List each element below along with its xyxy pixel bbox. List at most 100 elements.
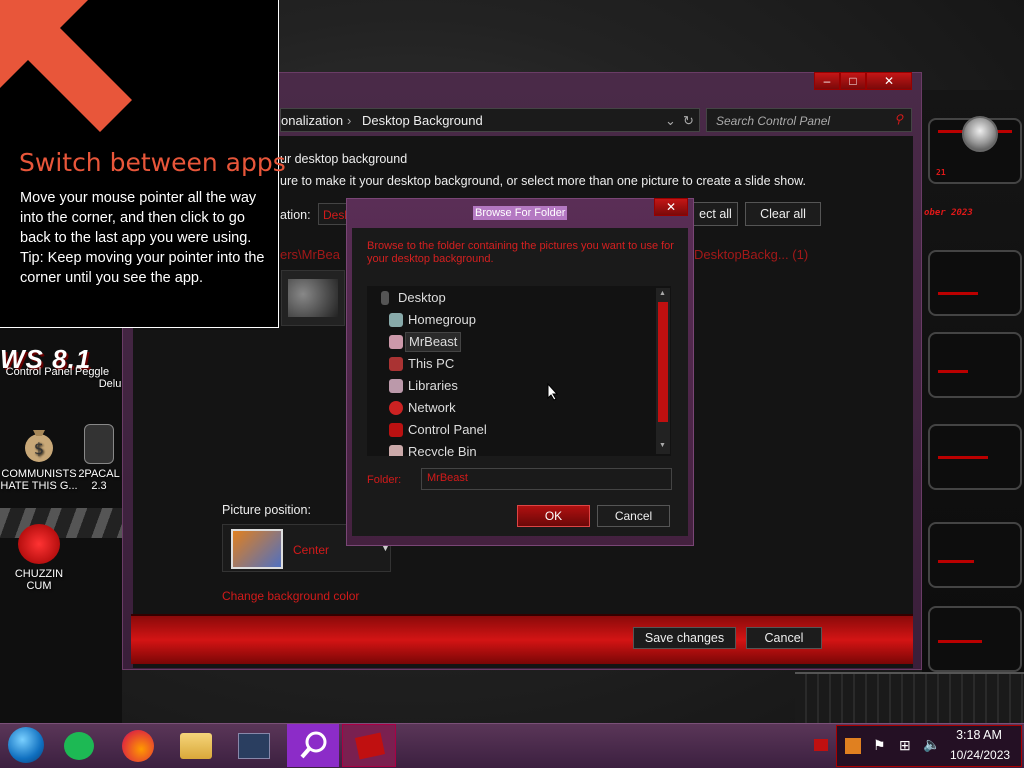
breadcrumb-desktop-background[interactable]: Desktop Background: [362, 113, 483, 128]
page-heading: ur desktop background: [280, 152, 408, 166]
address-bar[interactable]: onalization › Desktop Background ⌄ ↻: [280, 108, 700, 132]
widget-panel-ram: [928, 332, 1022, 398]
recycle-bin-icon: [389, 445, 403, 456]
desktop-icon-2pacal[interactable]: 2PACAL 2.3: [76, 424, 122, 492]
mouse-pointer-icon: [547, 382, 559, 404]
chevron-down-icon[interactable]: ⌄: [665, 113, 676, 129]
user-folder-icon: [389, 335, 403, 349]
scroll-up-icon[interactable]: ▲: [659, 290, 666, 297]
homegroup-icon: [389, 313, 403, 327]
control-panel-taskbar-button[interactable]: [342, 724, 396, 767]
tree-item-label: Control Panel: [408, 422, 487, 437]
widget-panel-cpu: [928, 250, 1022, 316]
spotify-icon[interactable]: [64, 732, 94, 760]
scrollbar-thumb[interactable]: [658, 302, 668, 422]
tip-hint-text: Tip: Keep moving your pointer into the c…: [20, 250, 265, 286]
desktop-icon-label-2: CUM: [26, 580, 52, 592]
widget-number: 21: [936, 168, 946, 177]
folder-input[interactable]: MrBeast: [421, 468, 672, 490]
change-background-color-link[interactable]: Change background color: [222, 589, 359, 603]
search-taskbar-button[interactable]: [287, 724, 339, 767]
desktop-icon-peggle[interactable]: Peggle Delu: [62, 366, 122, 390]
money-bag-icon: $: [18, 424, 60, 464]
tree-item-label: Libraries: [408, 378, 458, 393]
corner-arrow-icon: [0, 0, 140, 140]
maximize-button[interactable]: □: [840, 72, 866, 90]
tip-title: Switch between apps: [19, 148, 286, 177]
folder-path-left: ers\MrBea: [280, 247, 340, 262]
tree-scrollbar[interactable]: ▲ ▼: [656, 288, 670, 454]
tip-body: Move your mouse pointer all the way into…: [20, 188, 270, 288]
widget-panel-net: [928, 522, 1022, 588]
show-hidden-icons-button[interactable]: [814, 739, 828, 751]
app-icon: [84, 424, 114, 464]
widget-date: ober 2023: [924, 208, 973, 218]
ok-button[interactable]: OK: [517, 505, 590, 527]
search-icon[interactable]: ⚲: [894, 112, 903, 126]
picture-location-select[interactable]: Desk: [318, 203, 348, 225]
tree-item-label: Desktop: [398, 290, 446, 305]
desktop-icon-label: COMMUNISTS: [1, 468, 77, 480]
dialog-close-button[interactable]: ✕: [654, 198, 688, 216]
desktop-widget-column: 21 ober 2023: [922, 90, 1024, 690]
clear-all-button[interactable]: Clear all: [745, 202, 821, 226]
control-panel-icon: [389, 423, 403, 437]
desktop-icon-communists[interactable]: $ COMMUNISTS HATE THIS G...: [0, 424, 84, 492]
tree-item-label: This PC: [408, 356, 455, 371]
desktop-icon-label: 2PACAL: [78, 468, 120, 480]
picture-position-value: Center: [293, 543, 330, 557]
task-manager-icon[interactable]: [238, 733, 270, 759]
alien-logo-icon: [962, 116, 998, 152]
start-orb-icon[interactable]: [8, 727, 44, 763]
dialog-cancel-button[interactable]: Cancel: [597, 505, 670, 527]
network-icon: [389, 401, 403, 415]
tree-item-label: Recycle Bin: [408, 444, 477, 456]
breadcrumb-separator: ›: [347, 113, 352, 128]
dialog-title: Browse For Folder: [473, 206, 568, 220]
breadcrumb-personalization[interactable]: onalization: [281, 113, 343, 128]
control-panel-icon: [354, 732, 386, 760]
close-button[interactable]: ✕: [866, 72, 912, 90]
search-input[interactable]: Search Control Panel ⚲: [706, 108, 912, 132]
flag-icon[interactable]: ⚑: [873, 737, 886, 754]
tree-item-label: Network: [408, 400, 456, 415]
refresh-icon[interactable]: ↻: [683, 113, 694, 129]
desktop-icon: [381, 291, 389, 305]
bottom-widget-decoration: [795, 672, 1024, 724]
cancel-button[interactable]: Cancel: [746, 627, 822, 649]
save-changes-button[interactable]: Save changes: [633, 627, 736, 649]
taskbar-time[interactable]: 3:18 AM: [950, 728, 1008, 742]
desktop-icon-label-2: 2.3: [91, 480, 107, 492]
alien-thumbnail-image: [288, 279, 338, 317]
svg-text:$: $: [34, 439, 44, 458]
computer-icon: [389, 357, 403, 371]
file-explorer-icon[interactable]: [180, 733, 212, 759]
libraries-icon: [389, 379, 403, 393]
picture-position-label: Picture position:: [222, 503, 311, 517]
widget-panel-misc: [928, 606, 1022, 672]
scroll-down-icon[interactable]: ▼: [659, 442, 666, 449]
picture-location-label: ation:: [280, 208, 311, 222]
firefox-icon[interactable]: [122, 730, 154, 762]
desktop-icon-label: CHUZZIN: [14, 568, 64, 580]
network-tray-icon[interactable]: ⊞: [899, 737, 911, 754]
position-preview-icon: [231, 529, 283, 569]
desktop-icon-label-2: Delu: [98, 378, 122, 390]
search-placeholder: Search Control Panel: [716, 114, 831, 128]
page-subheading: ure to make it your desktop background, …: [280, 174, 806, 188]
minimize-button[interactable]: –: [814, 72, 840, 90]
folder-tree[interactable]: Desktop Homegroup MrBeast This PC Librar…: [367, 286, 671, 456]
select-all-button[interactable]: ect all: [694, 202, 738, 226]
taskbar-date[interactable]: 10/24/2023: [950, 748, 1010, 762]
desktop-icon-chuzzin[interactable]: CHUZZIN CUM: [0, 524, 84, 592]
volume-icon[interactable]: 🔈: [923, 736, 940, 753]
tree-item-label: MrBeast: [405, 332, 462, 352]
chuzzle-icon: [18, 524, 60, 564]
dialog-description: Browse to the folder containing the pict…: [367, 240, 674, 265]
desktop-icon-label: Peggle: [74, 366, 110, 378]
desktop-icon-label-2: HATE THIS G...: [0, 480, 78, 492]
wallpaper-thumbnail[interactable]: [281, 270, 345, 326]
tray-app-icon[interactable]: [845, 738, 861, 754]
widget-panel-disk: [928, 424, 1022, 490]
tree-item-label: Homegroup: [408, 312, 476, 327]
